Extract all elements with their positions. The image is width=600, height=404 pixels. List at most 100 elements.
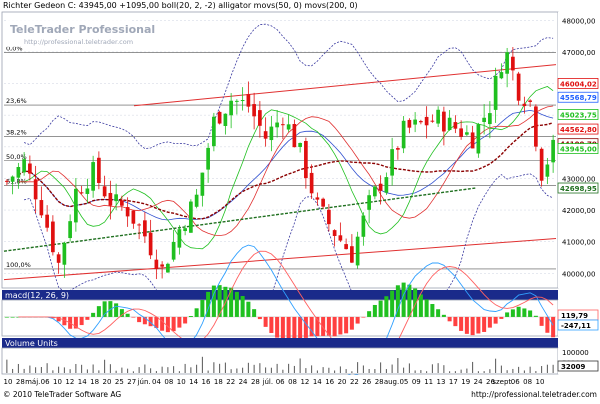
macd-hist-bar xyxy=(171,316,176,332)
volume-bar xyxy=(86,369,88,373)
x-tick-label: 16 xyxy=(325,378,334,386)
x-tick-label: 16 xyxy=(201,378,210,386)
volume-bar xyxy=(431,364,433,373)
macd-header xyxy=(2,290,558,300)
candle-body xyxy=(482,117,486,123)
candle-body xyxy=(292,123,297,148)
x-tick-label: 11 xyxy=(424,378,433,386)
candle-body xyxy=(177,229,182,248)
macd-hist-bar xyxy=(384,296,389,317)
x-tick-label: 27 xyxy=(127,378,136,386)
x-tick-label: 26 xyxy=(362,378,371,386)
x-tick-label: 19 xyxy=(461,378,470,386)
volume-bar xyxy=(6,359,8,373)
x-tick-label: 25 xyxy=(115,378,124,386)
candle-body xyxy=(344,244,348,250)
volume-bar xyxy=(288,363,290,373)
macd-hist-bar xyxy=(10,316,15,318)
volume-bar xyxy=(322,367,324,373)
volume-bar xyxy=(132,371,134,373)
candle-body xyxy=(298,142,302,147)
candle-body xyxy=(114,194,118,202)
x-tick-label: 28 xyxy=(16,378,25,386)
volume-bar xyxy=(529,366,531,373)
volume-bar xyxy=(385,369,387,373)
candle-body xyxy=(252,104,256,117)
volume-bar xyxy=(121,367,123,373)
price-tag-label: 45023,75 xyxy=(560,111,597,119)
candle-body xyxy=(315,197,320,200)
macd-hist-bar xyxy=(137,316,142,323)
candle-body xyxy=(361,215,366,237)
volume-bar xyxy=(190,367,192,373)
candle-body xyxy=(447,117,452,131)
volume-bar xyxy=(276,363,278,373)
volume-bar xyxy=(265,367,267,373)
volume-bar xyxy=(150,368,152,373)
macd-hist-bar xyxy=(476,316,481,334)
macd-title: macd(12, 26, 9) xyxy=(5,291,69,300)
candle-body xyxy=(79,192,84,194)
volume-bar xyxy=(138,367,140,373)
volume-bar xyxy=(104,359,106,373)
volume-bar xyxy=(408,363,410,373)
macd-hist-bar xyxy=(160,316,165,331)
macd-hist-bar xyxy=(91,312,96,317)
x-tick-label: aug. xyxy=(384,378,399,386)
volume-bar xyxy=(144,364,146,373)
candle-body xyxy=(74,188,78,223)
volume-bar xyxy=(299,358,301,373)
volume-bar xyxy=(512,368,514,373)
macd-hist-bar xyxy=(510,309,515,317)
x-tick-label: 08 xyxy=(523,378,532,386)
macd-hist-bar xyxy=(505,312,510,317)
macd-hist-bar xyxy=(246,301,251,317)
macd-hist-bar xyxy=(487,316,492,328)
candle-body xyxy=(545,164,550,177)
candle-body xyxy=(51,221,55,253)
candle-body xyxy=(246,94,251,107)
candle-body xyxy=(125,207,130,217)
macd-hist-bar xyxy=(200,299,205,317)
y-tick-label: 41000,00 xyxy=(562,239,595,247)
chart-window: Richter Gedeon C: 43945,00 +1095,00 boll… xyxy=(0,0,600,400)
volume-bar xyxy=(380,362,382,373)
candle-body xyxy=(459,128,463,137)
volume-bar xyxy=(98,370,100,373)
macd-hist-bar xyxy=(252,309,257,317)
fib-label: 100,0% xyxy=(6,261,31,269)
candle-body xyxy=(108,192,113,206)
candle-body xyxy=(16,166,21,178)
macd-hist-bar xyxy=(447,316,452,322)
macd-hist-bar xyxy=(372,304,377,317)
candle-body xyxy=(56,254,61,263)
candle-body xyxy=(390,149,394,176)
candle-body xyxy=(286,124,291,130)
volume-bar xyxy=(506,370,508,373)
x-tick-label: 06 xyxy=(511,378,520,386)
macd-hist-bar xyxy=(459,316,464,331)
x-tick-label: 08 xyxy=(288,378,297,386)
macd-hist-bar xyxy=(286,316,291,341)
candle-body xyxy=(28,163,32,174)
volume-bar xyxy=(178,371,180,373)
macd-hist-bar xyxy=(280,316,285,341)
macd-hist-bar xyxy=(125,313,130,317)
y-tick-label: 47000,00 xyxy=(562,49,595,57)
candle-body xyxy=(183,228,187,232)
x-tick-label: 17 xyxy=(449,378,458,386)
volume-bar xyxy=(63,367,65,373)
macd-hist-bar xyxy=(303,316,308,338)
volume-bar xyxy=(12,368,14,373)
macd-hist-bar xyxy=(522,308,527,317)
candle-body xyxy=(424,116,429,126)
volume-bar xyxy=(155,371,157,373)
macd-hist-bar xyxy=(194,308,199,317)
volume-bar xyxy=(449,371,451,373)
x-tick-label: 24 xyxy=(474,378,483,386)
volume-bar xyxy=(184,363,186,373)
volume-bar xyxy=(339,366,341,373)
volume-bar xyxy=(52,370,54,373)
volume-bar xyxy=(541,366,543,373)
macd-hist-bar xyxy=(269,316,274,333)
